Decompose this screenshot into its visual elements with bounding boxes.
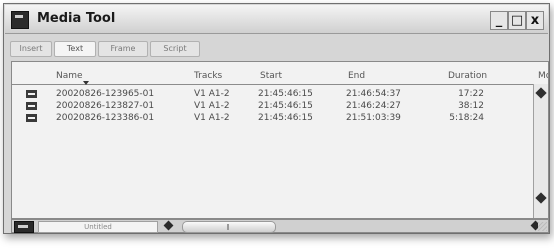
row-name: 20020826-123827-01: [56, 101, 155, 111]
clip-icon: [26, 102, 37, 110]
status-bar: Untitled: [11, 219, 549, 233]
row-end: 21:46:54:37: [346, 89, 401, 99]
column-header-start[interactable]: Start: [260, 71, 282, 81]
column-header-tracks[interactable]: Tracks: [194, 71, 222, 81]
tab-text[interactable]: Text: [54, 41, 96, 57]
tab-insert[interactable]: Insert: [10, 41, 52, 57]
row-name: 20020826-123965-01: [56, 89, 155, 99]
row-duration: 38:12: [458, 101, 484, 111]
clip-icon: [26, 90, 37, 98]
table-row[interactable]: 20020826-123827-01 V1 A1-2 21:45:46:15 2…: [12, 100, 534, 112]
sort-indicator-icon: [83, 81, 89, 85]
maximize-button[interactable]: □: [508, 11, 526, 30]
row-tracks: V1 A1-2: [194, 113, 230, 123]
column-header-end[interactable]: End: [348, 71, 365, 81]
row-end: 21:46:24:27: [346, 101, 401, 111]
window-title: Media Tool: [37, 11, 116, 26]
column-header-duration[interactable]: Duration: [448, 71, 487, 81]
scroll-down-icon[interactable]: [535, 192, 547, 204]
media-tool-window: Media Tool _ □ x Insert Text Frame Scrip…: [3, 3, 550, 234]
column-header-more[interactable]: Mon: [538, 71, 548, 81]
horizontal-scroll-thumb[interactable]: [182, 221, 276, 233]
row-start: 21:45:46:15: [258, 113, 313, 123]
row-name: 20020826-123386-01: [56, 113, 155, 123]
row-duration: 17:22: [458, 89, 484, 99]
scroll-up-icon[interactable]: [535, 87, 547, 99]
column-header-name[interactable]: Name: [56, 71, 83, 81]
table-row[interactable]: 20020826-123965-01 V1 A1-2 21:45:46:15 2…: [12, 88, 534, 100]
media-list-panel: Name Tracks Start End Duration Mon 20020…: [11, 61, 549, 219]
tab-script[interactable]: Script: [150, 41, 200, 57]
view-toggle-icon[interactable]: [14, 221, 34, 233]
column-header-row: Name Tracks Start End Duration Mon: [12, 62, 548, 85]
row-start: 21:45:46:15: [258, 89, 313, 99]
bin-name-field[interactable]: Untitled: [38, 221, 158, 233]
close-button[interactable]: x: [526, 11, 544, 30]
tab-strip: Insert Text Frame Script: [10, 41, 541, 57]
table-row[interactable]: 20020826-123386-01 V1 A1-2 21:45:46:15 2…: [12, 112, 534, 124]
row-start: 21:45:46:15: [258, 101, 313, 111]
scroll-left-icon[interactable]: [163, 220, 174, 231]
title-bar[interactable]: Media Tool _ □ x: [5, 5, 548, 34]
clip-icon: [26, 114, 37, 122]
row-duration: 5:18:24: [449, 113, 484, 123]
row-end: 21:51:03:39: [346, 113, 401, 123]
row-tracks: V1 A1-2: [194, 101, 230, 111]
resize-grip-icon[interactable]: [538, 222, 547, 231]
row-tracks: V1 A1-2: [194, 89, 230, 99]
vertical-scrollbar[interactable]: [533, 84, 548, 218]
minimize-button[interactable]: _: [490, 11, 508, 30]
app-icon: [11, 11, 29, 29]
tab-frame[interactable]: Frame: [98, 41, 148, 57]
